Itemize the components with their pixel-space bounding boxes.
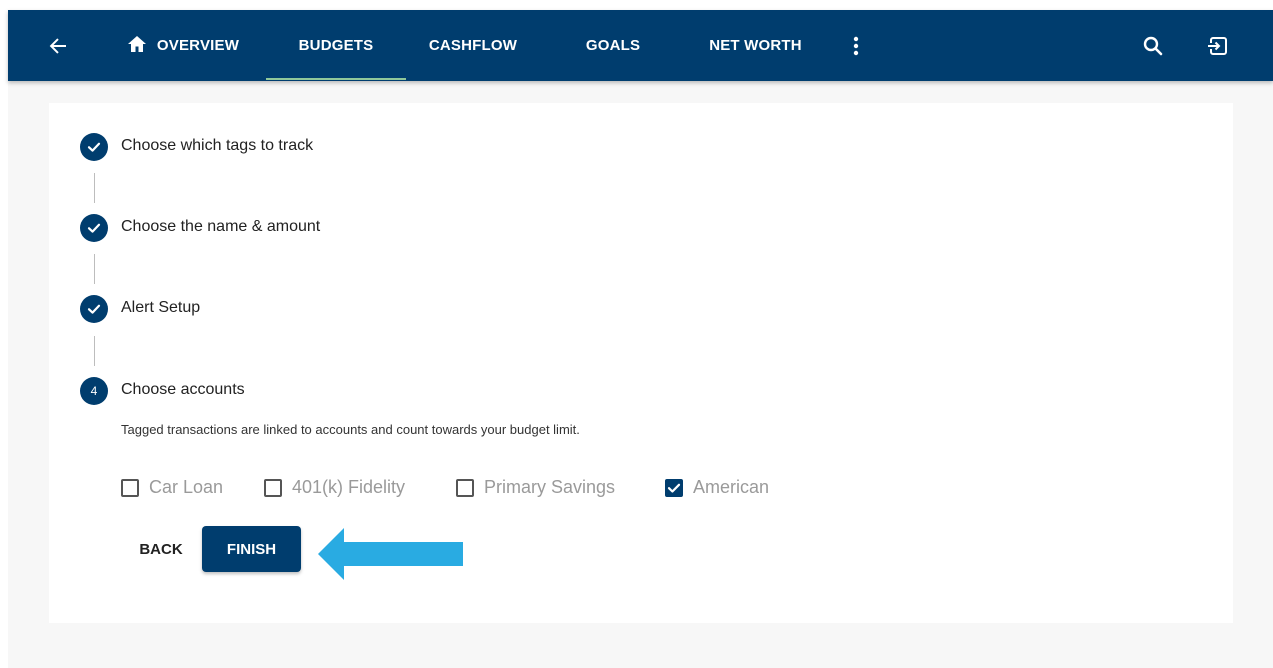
step-4-label: Choose accounts <box>121 381 245 398</box>
home-icon <box>127 35 147 57</box>
step-3-label: Alert Setup <box>121 299 201 316</box>
tab-net-worth[interactable]: NET WORTH <box>693 10 818 81</box>
account-label: Car Loan <box>149 477 224 497</box>
tab-budgets-label: BUDGETS <box>298 37 374 54</box>
checkbox-unchecked-icon[interactable] <box>456 478 474 497</box>
finish-button[interactable]: FINISH <box>202 526 301 572</box>
top-navigation-bar: OVERVIEW BUDGETS CASHFLOW GOALS NET WORT… <box>8 10 1273 81</box>
back-button[interactable]: BACK <box>130 527 192 571</box>
checkbox-unchecked-icon[interactable] <box>264 478 282 497</box>
account-checkbox-car-loan[interactable]: Car Loan <box>121 477 223 498</box>
account-label: Primary Savings <box>484 477 616 497</box>
step-3-complete-icon <box>80 295 108 323</box>
tab-goals-label: GOALS <box>585 37 641 54</box>
annotation-arrow-icon <box>318 528 463 580</box>
search-icon[interactable] <box>1135 10 1171 81</box>
checkbox-checked-icon[interactable] <box>665 478 683 497</box>
account-checkbox-primary-savings[interactable]: Primary Savings <box>456 477 615 498</box>
step-2-label: Choose the name & amount <box>121 218 321 235</box>
account-checkbox-401k-fidelity[interactable]: 401(k) Fidelity <box>264 477 405 498</box>
step-4-number-badge: 4 <box>80 377 108 405</box>
back-arrow-icon[interactable] <box>38 10 78 81</box>
more-vertical-icon[interactable] <box>843 10 869 81</box>
tab-overview-label: OVERVIEW <box>156 37 240 54</box>
account-label: 401(k) Fidelity <box>292 477 406 497</box>
tab-budgets[interactable]: BUDGETS <box>266 10 406 81</box>
tab-cashflow[interactable]: CASHFLOW <box>413 10 533 81</box>
step-1-label: Choose which tags to track <box>121 137 314 154</box>
tab-goals[interactable]: GOALS <box>573 10 653 81</box>
step-1-complete-icon <box>80 133 108 161</box>
step-connector <box>94 336 95 366</box>
step-connector <box>94 173 95 203</box>
step-2-complete-icon <box>80 214 108 242</box>
account-label: American <box>693 477 770 497</box>
account-checkbox-american[interactable]: American <box>665 477 769 498</box>
step-connector <box>94 254 95 284</box>
logout-icon[interactable] <box>1200 10 1236 81</box>
tab-cashflow-label: CASHFLOW <box>428 37 518 54</box>
tab-net-worth-label: NET WORTH <box>709 37 802 54</box>
checkbox-unchecked-icon[interactable] <box>121 478 139 497</box>
step-4-description: Tagged transactions are linked to accoun… <box>121 422 580 437</box>
tab-overview[interactable]: OVERVIEW <box>108 10 258 81</box>
